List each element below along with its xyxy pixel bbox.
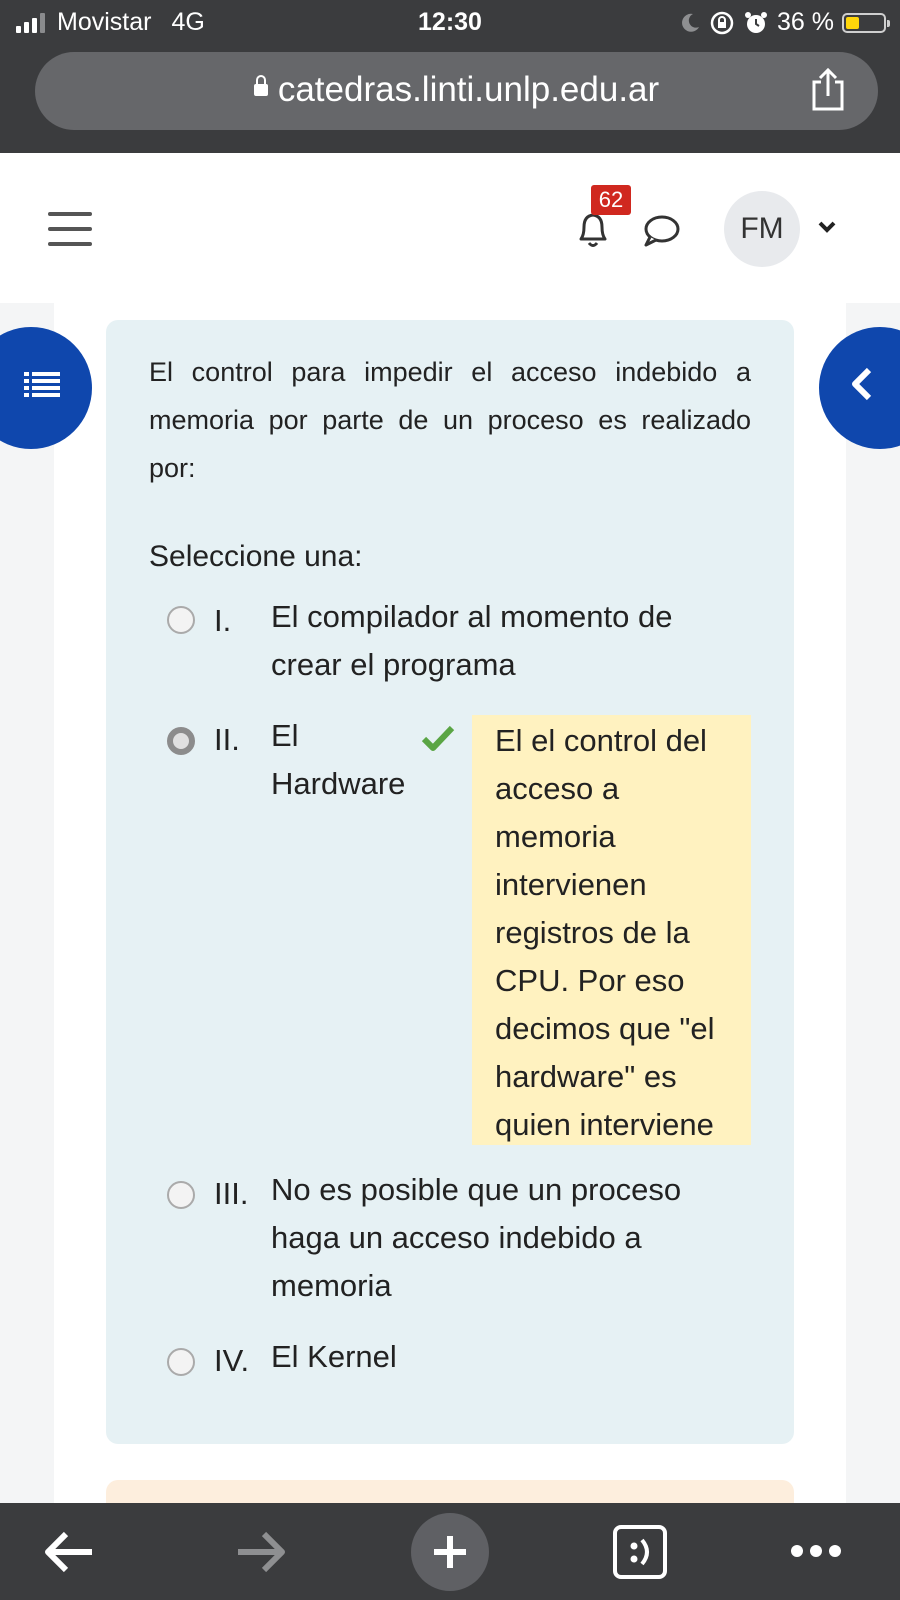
question-text: El control para impedir el acceso indebi… — [149, 357, 751, 483]
avatar[interactable]: FM — [724, 191, 800, 267]
option-label[interactable]: El Hardware — [271, 712, 405, 808]
select-prompt: Seleccione una: — [149, 540, 363, 573]
option-radio-4[interactable] — [167, 1348, 195, 1376]
battery-icon — [842, 12, 890, 33]
option-number: II. — [214, 722, 240, 757]
more-icon[interactable] — [790, 1541, 842, 1561]
lock-icon — [253, 74, 268, 96]
option-radio-2[interactable] — [167, 727, 195, 755]
option-radio-3[interactable] — [167, 1181, 195, 1209]
option-number: I. — [214, 603, 232, 638]
list-icon — [24, 372, 60, 397]
moon-icon — [682, 13, 700, 32]
option-label[interactable]: El compilador al momento de crear el pro… — [271, 593, 672, 689]
plus-icon — [434, 1536, 466, 1568]
address-bar[interactable]: catedras.linti.unlp.edu.ar — [35, 52, 878, 130]
url-text: catedras.linti.unlp.edu.ar — [277, 70, 660, 109]
share-icon[interactable] — [808, 68, 848, 112]
chat-icon[interactable] — [641, 213, 681, 249]
chevron-left-icon — [852, 367, 872, 401]
option-number: III. — [214, 1176, 249, 1211]
browser-toolbar: catedras.linti.unlp.edu.ar — [0, 46, 900, 153]
chevron-down-icon[interactable] — [817, 219, 837, 235]
orientation-lock-icon — [710, 11, 734, 34]
battery-percent: 36 % — [777, 8, 834, 36]
option-label[interactable]: No es posible que un proceso haga un acc… — [271, 1166, 681, 1310]
option-label[interactable]: El Kernel — [271, 1333, 397, 1381]
forward-arrow-icon[interactable] — [234, 1530, 288, 1574]
back-arrow-icon[interactable] — [42, 1530, 96, 1574]
notification-badge: 62 — [591, 185, 631, 215]
menu-icon[interactable] — [48, 212, 92, 257]
option-radio-1[interactable] — [167, 606, 195, 634]
alarm-icon — [745, 11, 768, 33]
option-number: IV. — [214, 1343, 250, 1378]
status-bar: Movistar 4G 12:30 36 % — [0, 0, 900, 46]
site-header: 62 FM — [0, 153, 900, 303]
check-icon — [421, 725, 455, 751]
feedback-box: El el control del acceso a memoria inter… — [472, 715, 751, 1145]
tabs-icon[interactable] — [612, 1524, 668, 1580]
